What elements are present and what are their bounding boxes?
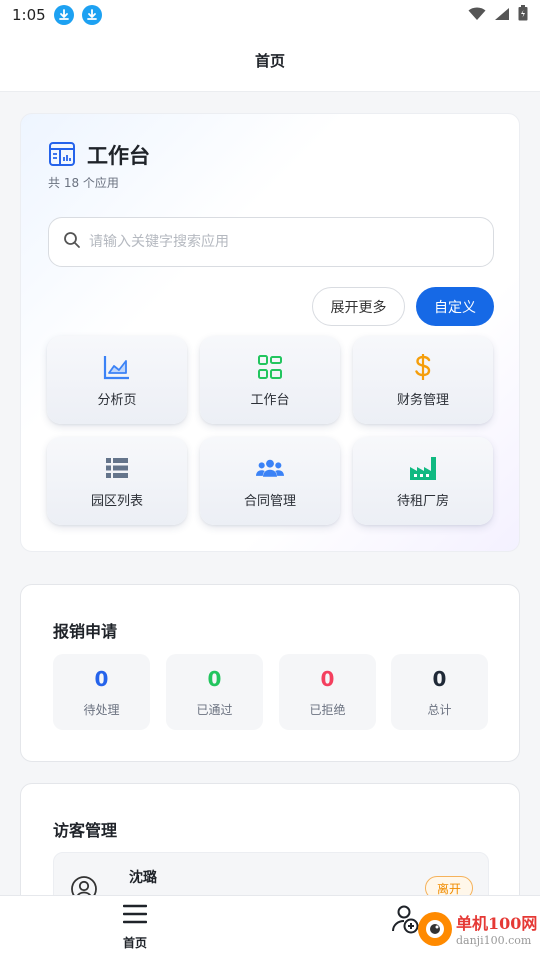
stat-pending[interactable]: 0 待处理 <box>53 654 150 730</box>
stat-total[interactable]: 0 总计 <box>391 654 488 730</box>
signal-icon <box>494 6 510 25</box>
status-bar: 1:05 <box>0 0 540 30</box>
nav-home-label: 首页 <box>122 936 147 950</box>
stat-label: 已通过 <box>196 702 233 717</box>
workspace-title: 工作台 <box>87 144 150 168</box>
battery-icon <box>518 5 528 25</box>
watermark-url: danji100.com <box>456 934 532 947</box>
status-badge: 离开 <box>425 876 473 895</box>
dollar-icon <box>409 353 437 381</box>
site-watermark: 单机100网 danji100.com <box>418 910 537 947</box>
app-label: 工作台 <box>250 392 290 408</box>
bottom-nav: 首页 单机100网 danji100.com <box>0 895 540 960</box>
visitor-name: 沈璐 <box>129 870 157 886</box>
app-tile-workbench[interactable]: 工作台 <box>200 336 340 424</box>
grid-icon <box>256 353 284 381</box>
workspace-card: 工作台 共 18 个应用 展开更多 自定义 分析页 工作台 <box>20 113 520 552</box>
stat-value: 0 <box>94 666 109 691</box>
visitor-card: 访客管理 沈璐 离开 <box>20 783 520 895</box>
app-tile-parks[interactable]: 园区列表 <box>47 437 187 525</box>
menu-icon <box>122 904 148 928</box>
status-time: 1:05 <box>12 6 46 24</box>
app-tile-factories[interactable]: 待租厂房 <box>353 437 493 525</box>
expand-more-button[interactable]: 展开更多 <box>312 287 405 326</box>
wifi-icon <box>468 6 486 25</box>
factory-icon <box>409 454 437 482</box>
stat-value: 0 <box>320 666 335 691</box>
customize-button[interactable]: 自定义 <box>416 287 494 326</box>
app-label: 园区列表 <box>90 493 143 509</box>
reimbursement-title: 报销申请 <box>53 622 118 641</box>
scroll-content[interactable]: 工作台 共 18 个应用 展开更多 自定义 分析页 工作台 <box>0 92 540 895</box>
list-icon <box>103 454 131 482</box>
stat-value: 0 <box>432 666 447 691</box>
app-label: 待租厂房 <box>396 493 449 509</box>
search-input[interactable] <box>89 218 493 266</box>
top-bar: 首页 <box>0 30 540 92</box>
app-label: 财务管理 <box>396 392 449 408</box>
visitor-title: 访客管理 <box>53 821 118 840</box>
app-tile-contracts[interactable]: 合同管理 <box>200 437 340 525</box>
visitor-item[interactable]: 沈璐 离开 <box>53 852 489 895</box>
nav-home[interactable]: 首页 <box>105 904 165 951</box>
app-count: 共 18 个应用 <box>48 176 119 190</box>
stat-label: 待处理 <box>83 702 120 717</box>
user-circle-icon <box>70 875 98 895</box>
search-icon <box>63 231 81 253</box>
stat-value: 0 <box>207 666 222 691</box>
app-label: 合同管理 <box>243 493 296 509</box>
download-icon <box>81 5 102 25</box>
stat-label: 总计 <box>427 702 452 717</box>
stat-rejected[interactable]: 0 已拒绝 <box>279 654 376 730</box>
search-box[interactable] <box>48 217 494 267</box>
page-title: 首页 <box>254 52 285 70</box>
app-tile-analysis[interactable]: 分析页 <box>47 336 187 424</box>
chart-area-icon <box>103 353 131 381</box>
users-icon <box>256 454 284 482</box>
watermark-logo-icon <box>418 911 452 946</box>
stat-approved[interactable]: 0 已通过 <box>166 654 263 730</box>
app-label: 分析页 <box>97 392 137 408</box>
app-tile-finance[interactable]: 财务管理 <box>353 336 493 424</box>
watermark-text: 单机100网 <box>456 914 538 933</box>
stat-label: 已拒绝 <box>309 702 346 717</box>
download-icon <box>53 5 74 25</box>
visitor-icon <box>390 905 420 938</box>
reimbursement-card: 报销申请 0 待处理 0 已通过 0 已拒绝 0 总计 <box>20 584 520 762</box>
dashboard-icon <box>48 140 76 168</box>
